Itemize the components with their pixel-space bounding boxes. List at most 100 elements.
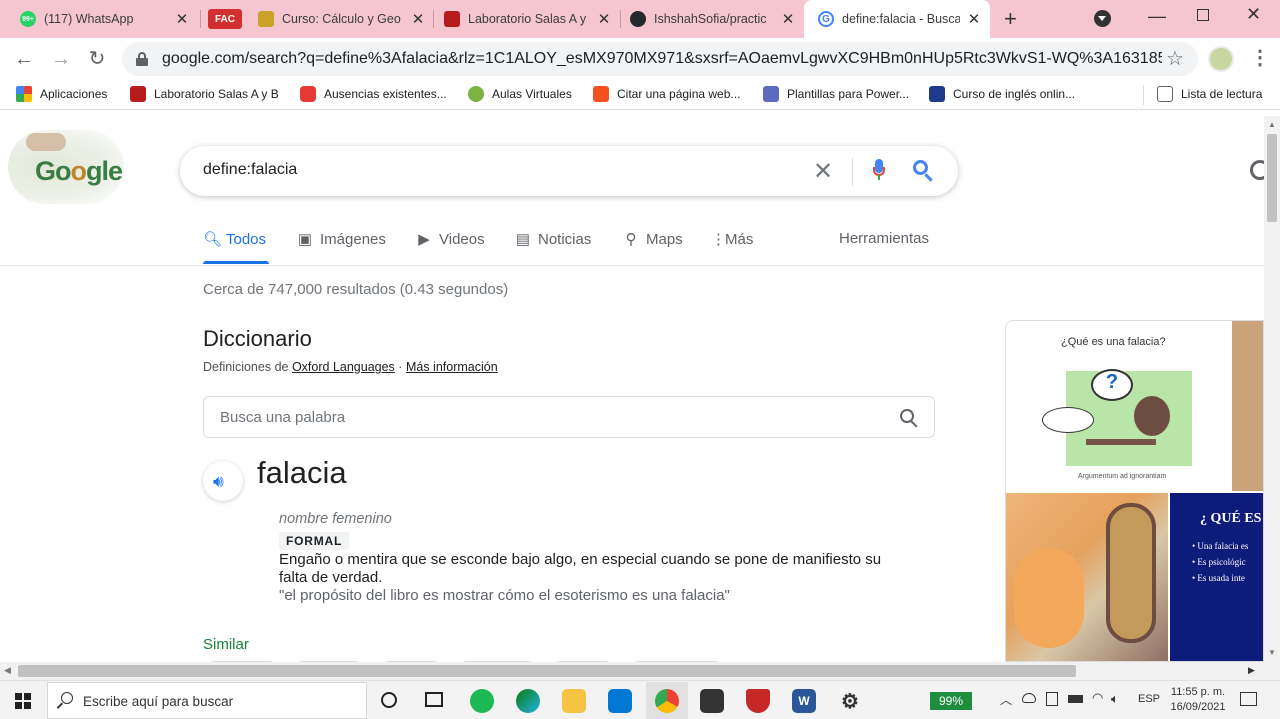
taskbar-search[interactable]: Escribe aquí para buscar [47, 682, 367, 719]
tab-google-search[interactable]: G define:falacia - Busca ✕ [804, 0, 990, 38]
ingles-icon [929, 86, 945, 102]
close-icon[interactable]: ✕ [780, 10, 796, 28]
store-icon[interactable] [700, 689, 724, 713]
tab-whatsapp[interactable]: 99+ (117) WhatsApp ✕ [20, 4, 190, 34]
back-icon[interactable]: ← [11, 46, 37, 72]
tab-github[interactable]: IshshahSofia/practic ✕ [630, 4, 796, 34]
battery-icon[interactable] [1068, 695, 1083, 703]
close-icon[interactable]: ✕ [410, 10, 426, 28]
vertical-scrollbar[interactable]: ▲ ▼ [1264, 116, 1280, 662]
lookup-placeholder: Busca una palabra [220, 409, 346, 426]
image-cartoon[interactable]: ¿Qué es una falacia? ? Argumentum ad ign… [1006, 321, 1230, 491]
volume-icon[interactable]: 🔈︎ [1111, 691, 1119, 707]
more-info-link[interactable]: Más información [406, 360, 498, 374]
battery-percentage[interactable]: 99% [930, 692, 972, 710]
chevron-down-icon [1098, 16, 1106, 21]
tab-title: IshshahSofia/practic [654, 12, 767, 26]
notifications-icon[interactable] [1240, 692, 1257, 706]
laboratory-icon [130, 86, 146, 102]
settings-gear-icon[interactable]: ⚙ [838, 689, 862, 713]
tab-curso[interactable]: Curso: Cálculo y Geo ✕ [258, 4, 426, 34]
spotify-icon[interactable] [470, 689, 494, 713]
search-query[interactable]: define:falacia [203, 161, 297, 179]
scroll-down-icon[interactable]: ▼ [1268, 648, 1276, 657]
system-tray-chevron-icon[interactable]: ︿ [1000, 691, 1012, 708]
tab-label: Videos [439, 230, 485, 248]
word-lookup-input[interactable]: Busca una palabra [203, 396, 935, 438]
oxford-link[interactable]: Oxford Languages [292, 360, 395, 374]
restore-icon[interactable] [1197, 9, 1209, 21]
bookmarks-bar: Aplicaciones Laboratorio Salas A y B Aus… [0, 80, 1280, 110]
file-explorer-icon[interactable] [562, 689, 586, 713]
close-icon[interactable]: ✕ [596, 10, 612, 28]
tab-mas[interactable]: ⋮ Más [711, 230, 753, 249]
tab-separator [620, 10, 621, 28]
chrome-icon[interactable] [655, 689, 679, 713]
clock[interactable]: 11:55 p. m. 16/09/2021 [1168, 685, 1228, 715]
scroll-right-icon[interactable]: ▶ [1248, 665, 1255, 676]
image-panel[interactable]: ¿Qué es una falacia? ? Argumentum ad ign… [1005, 320, 1264, 662]
tab-fac[interactable]: FAC [208, 4, 250, 34]
tab-imagenes[interactable]: ▣ Imágenes [297, 230, 386, 249]
word-icon[interactable]: W [792, 689, 816, 713]
tab-videos[interactable]: ▶ Videos [416, 230, 485, 249]
tab-todos[interactable]: 🔍︎ Todos [203, 230, 266, 249]
bookmark-laboratorio[interactable]: Laboratorio Salas A y B [130, 86, 279, 102]
cortana-icon[interactable] [381, 692, 397, 708]
bookmark-aulas[interactable]: Aulas Virtuales [468, 86, 572, 102]
vertical-scroll-thumb[interactable] [1267, 134, 1277, 222]
pronounce-button[interactable]: 🔊︎ [203, 461, 243, 501]
tab-noticias[interactable]: ▤ Noticias [515, 230, 591, 249]
scroll-up-icon[interactable]: ▲ [1268, 120, 1276, 129]
reading-list[interactable]: Lista de lectura [1157, 86, 1262, 102]
tab-search-icon[interactable] [1094, 10, 1111, 27]
mail-icon[interactable] [608, 689, 632, 713]
bookmark-plantillas[interactable]: Plantillas para Power... [763, 86, 909, 102]
scroll-left-icon[interactable]: ◀ [4, 665, 11, 676]
cat-figure [1014, 548, 1084, 648]
bookmark-citar[interactable]: Citar una página web... [593, 86, 740, 102]
profile-avatar[interactable] [1208, 46, 1234, 72]
reload-icon[interactable]: ↻ [84, 46, 110, 72]
tabs-divider [0, 265, 1264, 266]
browser-menu-icon[interactable]: ⋮ [1250, 45, 1270, 70]
search-icon[interactable] [913, 160, 935, 182]
tab-maps[interactable]: ⚲ Maps [623, 230, 683, 249]
minimize-icon[interactable]: — [1148, 6, 1166, 27]
lock-icon [136, 52, 148, 66]
bookmark-label: Laboratorio Salas A y B [154, 87, 279, 101]
edge-icon[interactable] [516, 689, 540, 713]
tab-laboratorio[interactable]: Laboratorio Salas A y ✕ [444, 4, 612, 34]
language-indicator[interactable]: ESP [1138, 693, 1160, 705]
tools-button[interactable]: Herramientas [839, 230, 929, 247]
google-icon: G [818, 11, 834, 27]
cloud-icon[interactable] [1022, 693, 1036, 703]
bookmark-apps[interactable]: Aplicaciones [16, 86, 107, 102]
bookmark-star-icon[interactable]: ☆ [1166, 46, 1184, 71]
google-doodle-logo[interactable]: Google [8, 130, 124, 204]
image-thumb-right[interactable] [1232, 321, 1263, 491]
close-icon[interactable]: ✕ [966, 10, 982, 28]
search-box[interactable]: define:falacia ✕ [180, 146, 958, 196]
image-slide[interactable]: ¿ QUÉ ES • Una falacia es • Es psicológi… [1170, 493, 1263, 661]
address-bar[interactable]: google.com/search?q=define%3Afalacia&rlz… [122, 42, 1198, 76]
horizontal-scroll-thumb[interactable] [18, 665, 1076, 677]
bookmark-ausencias[interactable]: Ausencias existentes... [300, 86, 447, 102]
close-icon[interactable]: ✕ [174, 10, 190, 28]
windows-start-icon[interactable] [15, 693, 31, 709]
device-icon[interactable] [1046, 692, 1058, 706]
microphone-icon[interactable] [873, 159, 885, 183]
bookmark-ingles[interactable]: Curso de inglés onlin... [929, 86, 1075, 102]
image-cat-lion[interactable] [1006, 493, 1168, 661]
settings-gear-icon[interactable] [1250, 160, 1264, 180]
new-tab-icon[interactable]: + [1004, 6, 1017, 32]
clear-icon[interactable]: ✕ [813, 157, 833, 186]
mcafee-icon[interactable] [746, 689, 770, 713]
task-view-icon[interactable] [425, 692, 443, 707]
search-icon[interactable] [900, 409, 920, 429]
close-window-icon[interactable]: ✕ [1246, 4, 1261, 25]
wifi-icon[interactable]: ◠ [1092, 690, 1103, 706]
map-pin-icon: ⚲ [625, 231, 637, 248]
horizontal-scrollbar[interactable]: ◀ ▶ [0, 662, 1280, 680]
forward-icon[interactable]: → [48, 46, 74, 72]
